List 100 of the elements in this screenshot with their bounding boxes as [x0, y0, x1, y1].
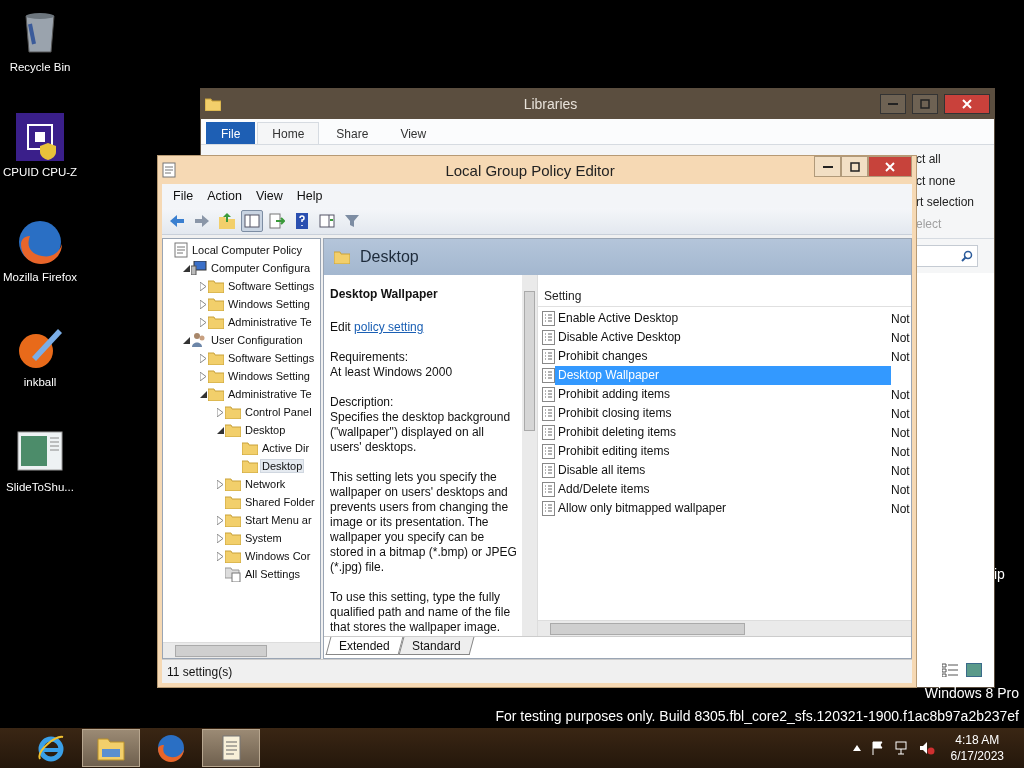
folder-icon [208, 279, 224, 293]
ribbon-tab[interactable]: View [385, 122, 442, 144]
export-list-icon [269, 213, 285, 229]
network-icon[interactable] [894, 741, 909, 755]
state-cell: Not [891, 387, 911, 402]
taskbar-button[interactable] [202, 729, 260, 767]
close-button[interactable] [944, 94, 990, 114]
tree-item[interactable]: Control Panel [243, 405, 314, 419]
maximize-button[interactable] [841, 156, 868, 177]
menu-item[interactable]: File [166, 189, 201, 203]
description-text: Requirements: At least Windows 2000 [330, 350, 454, 380]
setting-row[interactable]: Prohibit editing items [555, 442, 891, 461]
expanded-arrow-icon[interactable] [182, 264, 190, 272]
search-field[interactable] [916, 245, 978, 267]
tree-item[interactable]: Desktop [243, 423, 288, 437]
tree-item[interactable]: Local Computer Policy [190, 243, 305, 257]
clock-date[interactable]: 6/17/2023 [950, 748, 1004, 764]
setting-row[interactable]: Disable all items [555, 461, 891, 480]
tree-item[interactable]: Administrative Te [226, 315, 314, 329]
speaker-muted-icon[interactable] [918, 741, 935, 755]
folder-icon [225, 513, 241, 527]
tree-item[interactable]: Software Settings [226, 279, 317, 293]
setting-row[interactable]: Prohibit deleting items [555, 423, 891, 442]
collapsed-arrow-icon[interactable] [217, 407, 223, 417]
users-icon [191, 332, 207, 348]
state-cell: Not [891, 311, 911, 326]
tree-item[interactable]: Software Settings [226, 351, 317, 365]
view-tab[interactable]: Standard [398, 637, 474, 655]
tree-item[interactable]: Start Menu ar [243, 513, 314, 527]
desktop-icon-label[interactable]: CPUID CPU-Z [2, 165, 78, 180]
tree-item[interactable]: Windows Cor [243, 549, 313, 563]
ribbon-command[interactable]: rt selection [916, 195, 994, 217]
desktop-icon-label[interactable]: ip [994, 566, 1005, 582]
menu-item[interactable]: Action [200, 189, 249, 203]
tree-item[interactable]: User Configuration [209, 333, 305, 347]
ribbon-command[interactable]: ct none [916, 173, 994, 195]
chip-icon[interactable] [16, 113, 64, 161]
setting-title: Desktop Wallpaper [330, 287, 439, 302]
scrollbar[interactable] [538, 620, 911, 636]
tree-item[interactable]: Windows Setting [226, 297, 312, 311]
policy-setting-link[interactable]: policy setting [354, 320, 424, 334]
expanded-arrow-icon[interactable] [182, 336, 190, 344]
folder-icon [225, 495, 241, 509]
ribbon-tab[interactable]: File [206, 122, 256, 144]
description-text: To use this setting, type the fully qualified path and name of the file that stores the wallpaper image. [330, 590, 512, 635]
details-view-icon[interactable] [942, 663, 958, 677]
state-cell: Not [891, 501, 911, 516]
caret-up-icon[interactable] [852, 745, 861, 751]
policy-document-icon [542, 311, 555, 326]
policy-document-icon [542, 387, 555, 402]
tree-item[interactable]: Windows Setting [226, 369, 312, 383]
taskbar-button[interactable] [82, 729, 140, 767]
flag-icon[interactable] [870, 741, 885, 755]
toolbar-button[interactable] [241, 210, 263, 232]
fox-globe-icon[interactable] [16, 218, 64, 266]
tree-item[interactable]: Shared Folder [243, 495, 317, 509]
expanded-arrow-icon[interactable] [216, 426, 224, 434]
tree-item[interactable]: Network [243, 477, 288, 491]
setting-row[interactable]: Enable Active Desktop [555, 309, 891, 328]
setting-row[interactable]: Prohibit closing items [555, 404, 891, 423]
menu-item[interactable]: Help [289, 189, 330, 203]
scrollbar[interactable] [163, 642, 320, 658]
folder-icon [208, 297, 224, 311]
collapsed-arrow-icon[interactable] [217, 479, 223, 489]
tree-item[interactable]: Desktop [260, 459, 305, 473]
minimize-button[interactable] [814, 156, 841, 177]
folder-icon [225, 531, 241, 545]
ribbon-tab[interactable]: Home [257, 122, 320, 144]
tree-item[interactable]: Computer Configura [209, 261, 313, 275]
filter-icon [344, 213, 360, 229]
toolbar-button[interactable] [266, 210, 288, 232]
setting-row[interactable]: Prohibit changes [555, 347, 891, 366]
expanded-arrow-icon[interactable] [199, 390, 207, 398]
desktop-icon-label[interactable]: inkball [23, 375, 57, 390]
view-tab[interactable]: Extended [325, 637, 404, 655]
ribbon-tab[interactable]: Share [321, 122, 384, 144]
clock-time[interactable]: 4:18 AM [955, 732, 1000, 748]
desktop-icon-label[interactable]: SlideToShu... [6, 480, 74, 495]
tree-item[interactable]: All Settings [243, 567, 303, 581]
desktop-icon-label[interactable]: Recycle Bin [9, 60, 71, 75]
window-title: Local Group Policy Editor [444, 161, 616, 179]
setting-row[interactable]: Add/Delete items [555, 480, 891, 499]
toolbar-button[interactable] [216, 210, 238, 232]
folder-icon [208, 387, 224, 401]
setting-row[interactable]: Allow only bitmapped wallpaper [555, 499, 891, 518]
column-header[interactable]: Setting [538, 285, 911, 307]
help-icon [294, 213, 310, 229]
menu-item[interactable]: View [248, 189, 290, 203]
tree-item[interactable]: Active Dir [260, 441, 312, 455]
folder-icon [225, 405, 241, 419]
scrollbar[interactable] [522, 275, 537, 636]
ribbon-command[interactable]: ct all [916, 152, 994, 174]
window-title: Libraries [522, 96, 579, 112]
setting-row[interactable]: Prohibit adding items [555, 385, 891, 404]
desktop-icon-label[interactable]: Mozilla Firefox [2, 270, 78, 285]
tree-item[interactable]: Administrative Te [226, 387, 314, 401]
setting-row[interactable]: Disable Active Desktop [555, 328, 891, 347]
folder-icon [225, 423, 241, 437]
folder-up-icon [219, 213, 235, 229]
tree-item[interactable]: System [243, 531, 284, 545]
